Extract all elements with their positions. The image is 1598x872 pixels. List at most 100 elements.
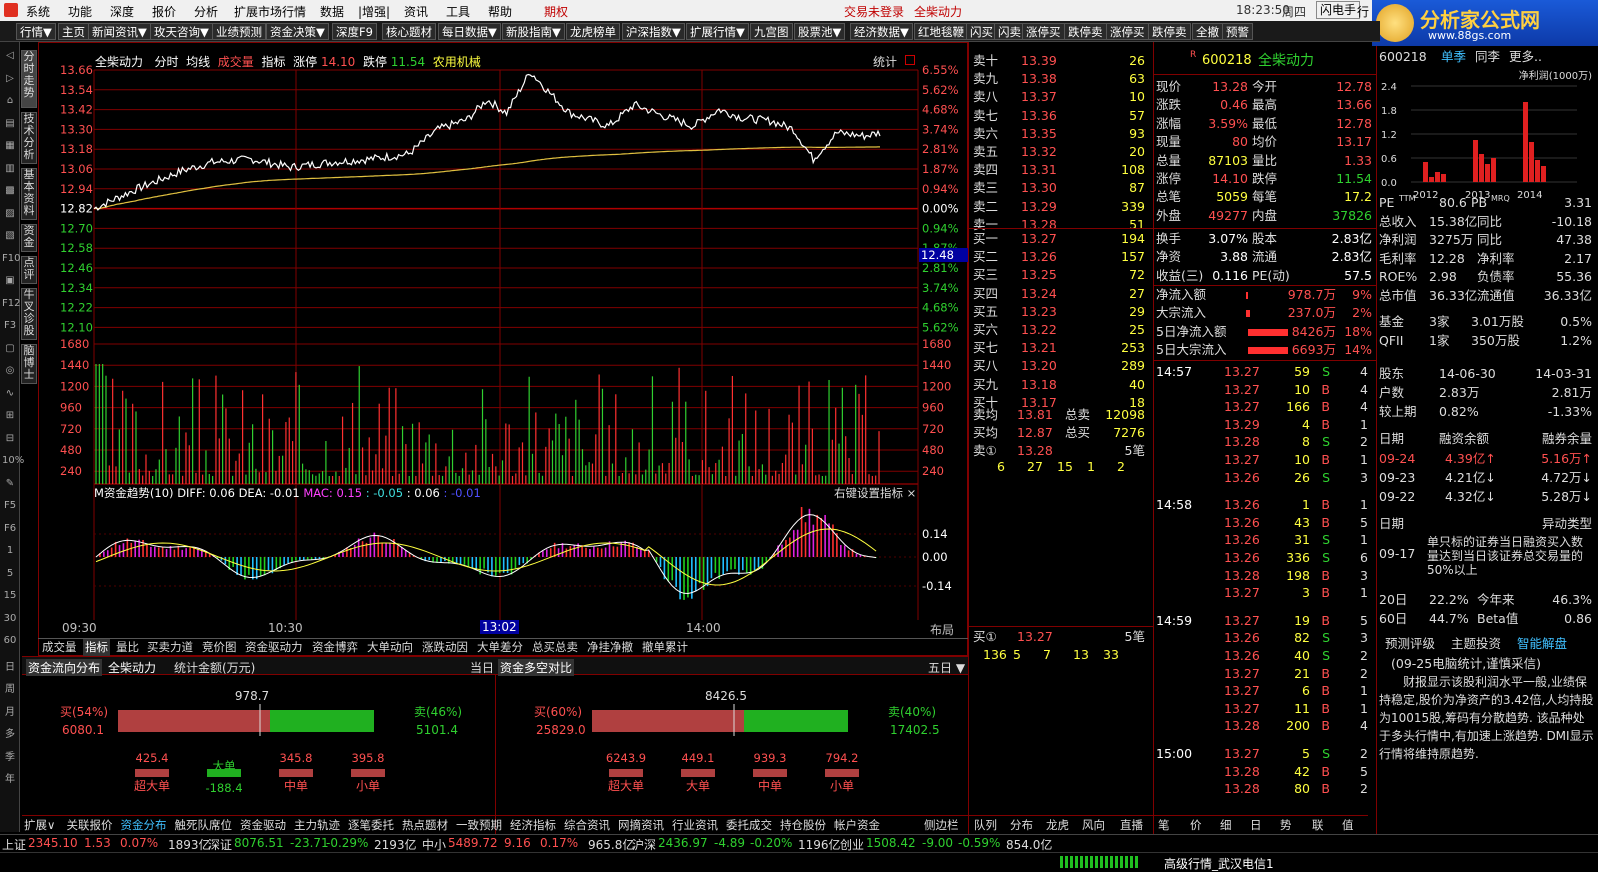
tool-icon[interactable]: ▨ — [2, 208, 18, 219]
ext-tab[interactable]: 一致预期 — [456, 817, 502, 833]
indicator-tab[interactable]: 资金博弈 — [310, 639, 360, 656]
toolbar-button[interactable]: 全撤 — [1192, 23, 1223, 40]
side-tab[interactable]: 直播 — [1120, 817, 1143, 833]
macd-title[interactable]: M资金趋势(10) — [94, 486, 174, 500]
menu-item[interactable]: 功能 — [68, 3, 92, 20]
ext-tab[interactable]: 经济指标 — [510, 817, 556, 833]
ext-tab[interactable]: 委托成交 — [726, 817, 772, 833]
intraday-chart[interactable]: 13.66 13.54 13.42 13.30 13.18 13.06 12.94 12.82… — [38, 42, 968, 656]
tool-icon[interactable]: 多 — [2, 725, 18, 740]
tool-icon[interactable]: 年 — [2, 770, 18, 785]
ext-tab[interactable]: 行业资讯 — [672, 817, 718, 833]
tool-icon[interactable]: ⊞ — [2, 410, 18, 421]
vtab-capital[interactable]: 资金 — [21, 224, 37, 252]
vtab-brain[interactable]: 脑博士 — [21, 344, 37, 384]
toolbar-button[interactable]: 预警 — [1222, 23, 1253, 40]
menu-item[interactable]: 深度 — [110, 3, 134, 20]
ext-tab[interactable]: 帐户资金 — [834, 817, 880, 833]
tool-icon[interactable]: ⊟ — [2, 433, 18, 444]
tool-icon[interactable]: 1 — [2, 545, 18, 556]
toolbar-button[interactable]: 行情▼ — [16, 23, 56, 40]
tool-icon[interactable]: ▤ — [2, 118, 18, 129]
ext-tab[interactable]: 热点题材 — [402, 817, 448, 833]
toolbar-button[interactable]: 沪深指数▼ — [622, 23, 685, 40]
menu-item[interactable]: |增强| — [358, 3, 390, 20]
indicator-tab[interactable]: 竞价图 — [200, 639, 239, 656]
ext-tab[interactable]: 逐笔委托 — [348, 817, 394, 833]
tool-icon[interactable]: ∿ — [2, 388, 18, 399]
indicator-tab[interactable]: 买卖力道 — [145, 639, 195, 656]
tool-icon[interactable]: 10% — [2, 455, 24, 466]
indicator-tab[interactable]: 大单动向 — [365, 639, 415, 656]
toolbar-button[interactable]: 主页 — [58, 23, 89, 40]
ext-tab[interactable]: 网摘资讯 — [618, 817, 664, 833]
toolbar-button[interactable]: 新闻资讯▼ — [88, 23, 151, 40]
tool-icon[interactable]: ⌂ — [2, 95, 18, 106]
eval-tab[interactable]: 主题投资 — [1451, 635, 1501, 653]
menu-item[interactable]: 工具 — [446, 3, 470, 20]
side-tab[interactable]: 侧边栏 — [924, 817, 959, 833]
tool-icon[interactable]: 日 — [2, 658, 18, 673]
toolbar-button[interactable]: 新股指南▼ — [502, 23, 565, 40]
indicator-tab[interactable]: 净挂净撤 — [585, 639, 635, 656]
ext-tab[interactable]: 资金驱动 — [240, 817, 286, 833]
menu-item[interactable]: 帮助 — [488, 3, 512, 20]
toolbar-button[interactable]: 每日数据▼ — [438, 23, 501, 40]
tool-icon[interactable]: ▷ — [2, 73, 18, 84]
menu-item[interactable]: 扩展市场行情 — [234, 3, 306, 20]
toolbar-button[interactable]: 跌停卖 — [1064, 23, 1107, 40]
toolbar-button[interactable]: 业绩预测 — [212, 23, 266, 40]
toolbar-button[interactable]: 资金决策▼ — [266, 23, 329, 40]
tool-icon[interactable]: ◁ — [2, 50, 18, 61]
side-tab[interactable]: 值 — [1342, 817, 1354, 833]
toolbar-button[interactable]: 核心题材 — [382, 23, 436, 40]
toolbar-button[interactable]: 深度F9 — [332, 23, 377, 40]
side-tab[interactable]: 风向 — [1082, 817, 1105, 833]
tool-icon[interactable]: 周 — [2, 680, 18, 695]
f10-tab[interactable]: 单季 — [1441, 48, 1466, 66]
ext-tab[interactable]: 主力轨迹 — [294, 817, 340, 833]
toolbar-button[interactable]: 闪买 — [966, 23, 997, 40]
vtab-fundamental[interactable]: 基本资料 — [21, 168, 37, 220]
tool-icon[interactable]: 15 — [2, 590, 18, 601]
tool-icon[interactable]: F5 — [2, 500, 18, 511]
tool-icon[interactable]: ▩ — [2, 185, 18, 196]
indicator-tab[interactable]: 涨跌动因 — [420, 639, 470, 656]
vtab-diagnose[interactable]: 牛叉诊股 — [21, 288, 37, 340]
ext-tab[interactable]: 综合资讯 — [564, 817, 610, 833]
eval-tab[interactable]: 预测评级 — [1385, 635, 1435, 653]
menu-item[interactable]: 报价 — [152, 3, 176, 20]
indicator-tab[interactable]: 指标 — [83, 639, 110, 656]
toolbar-button[interactable]: 跌停卖 — [1148, 23, 1191, 40]
menu-item[interactable]: 分析 — [194, 3, 218, 20]
login-status[interactable]: 交易未登录 — [844, 3, 904, 20]
toolbar-button[interactable]: 闪卖 — [994, 23, 1025, 40]
side-tab[interactable]: 龙虎 — [1046, 817, 1069, 833]
toolbar-button[interactable]: 扩展行情▼ — [686, 23, 749, 40]
tool-icon[interactable]: 30 — [2, 613, 18, 624]
side-tab[interactable]: 笔 — [1158, 817, 1170, 833]
side-tab[interactable]: 分布 — [1010, 817, 1033, 833]
toolbar-button[interactable]: 红地毯鞭 — [914, 23, 968, 40]
ext-tab[interactable]: 扩展∨ — [24, 817, 55, 833]
menu-item[interactable]: 数据 — [320, 3, 344, 20]
indicator-tab[interactable]: 撤单累计 — [640, 639, 690, 656]
indicator-tab[interactable]: 大单差分 — [475, 639, 525, 656]
indicator-tab[interactable]: 资金驱动力 — [243, 639, 305, 656]
tool-icon[interactable]: F10 — [2, 253, 20, 264]
ext-tab[interactable]: 关联报价 — [67, 817, 113, 833]
tool-icon[interactable]: ▥ — [2, 163, 18, 174]
tool-icon[interactable]: ▦ — [2, 140, 18, 151]
toolbar-button[interactable]: 龙虎榜单 — [566, 23, 620, 40]
flash-trade-button[interactable]: 闪电手 — [1316, 1, 1361, 19]
tool-icon[interactable]: F3 — [2, 320, 18, 331]
tool-icon[interactable]: ▣ — [2, 275, 18, 286]
tool-icon[interactable]: 5 — [2, 568, 18, 579]
side-tab[interactable]: 联 — [1312, 817, 1324, 833]
options-menu[interactable]: 期权 — [544, 3, 568, 20]
side-tab[interactable]: 价 — [1190, 817, 1202, 833]
toolbar-button[interactable]: 玫天咨询▼ — [150, 23, 213, 40]
menu-item[interactable]: 资讯 — [404, 3, 428, 20]
tool-icon[interactable]: 月 — [2, 703, 18, 718]
side-tab[interactable]: 日 — [1250, 817, 1262, 833]
